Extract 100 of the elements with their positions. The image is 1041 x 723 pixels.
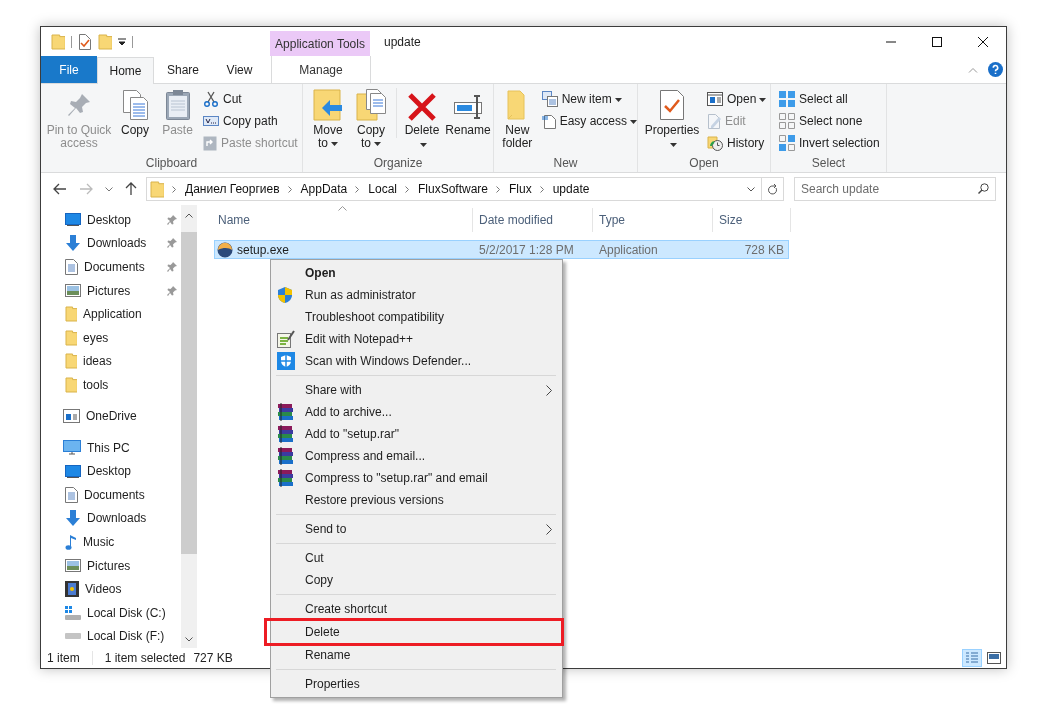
ribbon-button[interactable]: Select none [779, 110, 880, 132]
breadcrumb[interactable]: AppData [300, 180, 348, 198]
delete-x-icon [408, 93, 436, 121]
ribbon-button[interactable]: New item [541, 88, 637, 110]
folder-icon [98, 33, 112, 50]
ribbon-button[interactable]: Cut [203, 88, 298, 110]
nav-item[interactable]: Pictures [41, 553, 181, 578]
menu-item[interactable]: Troubleshoot compatibility [271, 306, 562, 328]
nav-item[interactable]: Desktop [41, 459, 181, 484]
nav-item[interactable]: Downloads [41, 506, 181, 531]
nav-item[interactable]: Local Disk (F:) [41, 624, 181, 649]
column-header[interactable]: Size [719, 211, 743, 229]
nav-item[interactable]: Music [41, 530, 181, 554]
cloud-drive-icon [63, 409, 80, 424]
scroll-up-icon [185, 213, 193, 218]
ribbon-button[interactable]: Properties [642, 88, 702, 154]
nav-item[interactable]: Local Disk (C:) [41, 600, 181, 625]
ribbon-tab[interactable]: Share [154, 56, 212, 83]
ribbon-button[interactable]: Rename [444, 88, 492, 154]
menu-item[interactable]: Delete [267, 621, 561, 643]
recent-locations-button[interactable] [105, 186, 113, 192]
ribbon-button[interactable]: Open [707, 88, 767, 110]
caret-icon [630, 119, 637, 124]
move-to-folder-icon [313, 89, 343, 121]
menu-item[interactable]: Share with [271, 379, 562, 401]
down-arrow-icon [65, 510, 81, 527]
chevron-down-icon [105, 186, 113, 192]
menu-item[interactable]: Open [271, 262, 562, 284]
file-size: 728 KB [743, 241, 785, 259]
maximize-icon [932, 36, 942, 47]
menu-item[interactable]: Add to "setup.rar" [271, 423, 562, 445]
menu-item[interactable]: Edit with Notepad++ [271, 328, 562, 350]
ribbon-button[interactable]: Easy access [541, 110, 637, 132]
ribbon-tab[interactable]: File [41, 56, 97, 83]
breadcrumb[interactable]: Flux [509, 180, 532, 198]
nav-item[interactable]: ideas [41, 349, 181, 374]
menu-item[interactable]: Scan with Windows Defender... [271, 350, 562, 372]
column-header[interactable]: Date modified [479, 211, 554, 229]
select-none-icon [779, 113, 795, 129]
ribbon-button[interactable]: Copy [114, 88, 156, 154]
select-all-icon [779, 91, 795, 107]
window-title: update [384, 33, 422, 51]
menu-item[interactable]: Compress and email... [271, 445, 562, 467]
ribbon-button[interactable]: Move to [307, 88, 349, 154]
menu-item[interactable]: Add to archive... [271, 401, 562, 423]
nav-item[interactable]: This PC [41, 435, 181, 460]
breadcrumb-chevron-icon [355, 185, 361, 193]
search-field[interactable]: Search update [794, 177, 996, 201]
ribbon-button[interactable]: Select all [779, 88, 880, 110]
application-icon [217, 241, 233, 258]
ribbon-button[interactable]: New folder [498, 88, 537, 154]
menu-item[interactable]: Compress to "setup.rar" and email [271, 467, 562, 489]
back-button[interactable] [53, 183, 67, 195]
ribbon-tab[interactable]: View [212, 56, 267, 83]
nav-item[interactable]: Documents [41, 483, 181, 507]
menu-item[interactable]: Properties [271, 673, 562, 695]
computer-icon [63, 439, 81, 456]
breadcrumb[interactable]: update [552, 180, 590, 198]
up-button[interactable] [125, 182, 137, 196]
caret-icon [331, 141, 338, 146]
breadcrumb[interactable]: Даниел Георгиев [185, 180, 280, 198]
menu-item[interactable]: Rename [271, 644, 562, 666]
menu-item[interactable]: Cut [271, 547, 562, 569]
nav-item[interactable]: eyes [41, 325, 181, 350]
menu-item[interactable]: Copy [271, 569, 562, 591]
ribbon-button[interactable]: Delete [401, 88, 443, 154]
breadcrumb[interactable]: FluxSoftware [418, 180, 488, 198]
column-header[interactable]: Name [218, 211, 250, 229]
nav-item[interactable]: Documents [41, 255, 181, 279]
nav-item[interactable]: Pictures [41, 278, 181, 303]
nav-item[interactable]: tools [41, 373, 181, 397]
menu-item[interactable]: Run as administrator [271, 284, 562, 306]
ribbon-button[interactable]: Invert selection [779, 132, 880, 154]
ribbon-button[interactable]: History [707, 132, 767, 154]
large-icons-view-button[interactable] [984, 649, 1004, 667]
ribbon-tab[interactable]: Home [97, 57, 154, 84]
down-arrow-icon [65, 235, 81, 252]
refresh-icon [767, 183, 778, 195]
drive-icon [65, 605, 81, 620]
nav-item[interactable]: Downloads [41, 231, 181, 256]
nav-item[interactable]: Videos [41, 577, 181, 601]
file-row[interactable]: setup.exe 5/2/2017 1:28 PM Application 728 KB [214, 240, 789, 259]
paste-shortcut-icon [203, 135, 217, 151]
copy-to-folder-icon [356, 89, 386, 121]
nav-item[interactable]: Desktop [41, 208, 181, 232]
breadcrumb-chevron-icon [287, 185, 293, 193]
nav-item[interactable]: OneDrive [41, 404, 181, 429]
copy-icon [122, 89, 148, 121]
address-bar[interactable]: Даниел Георгиев AppData Local FluxSoftware Flux update [146, 177, 784, 201]
menu-item[interactable]: Restore previous versions [271, 489, 562, 511]
clipboard-icon [164, 89, 191, 121]
ribbon-button[interactable]: Copy to [350, 88, 392, 154]
breadcrumb[interactable]: Local [368, 180, 397, 198]
properties-icon [78, 33, 92, 50]
nav-item[interactable]: Application [41, 302, 181, 326]
column-header[interactable]: Type [599, 211, 625, 229]
menu-item[interactable]: Create shortcut [271, 598, 562, 620]
scrollbar[interactable] [181, 205, 197, 648]
ribbon-button[interactable]: Copy path [203, 110, 298, 132]
menu-item[interactable]: Send to [271, 518, 562, 540]
